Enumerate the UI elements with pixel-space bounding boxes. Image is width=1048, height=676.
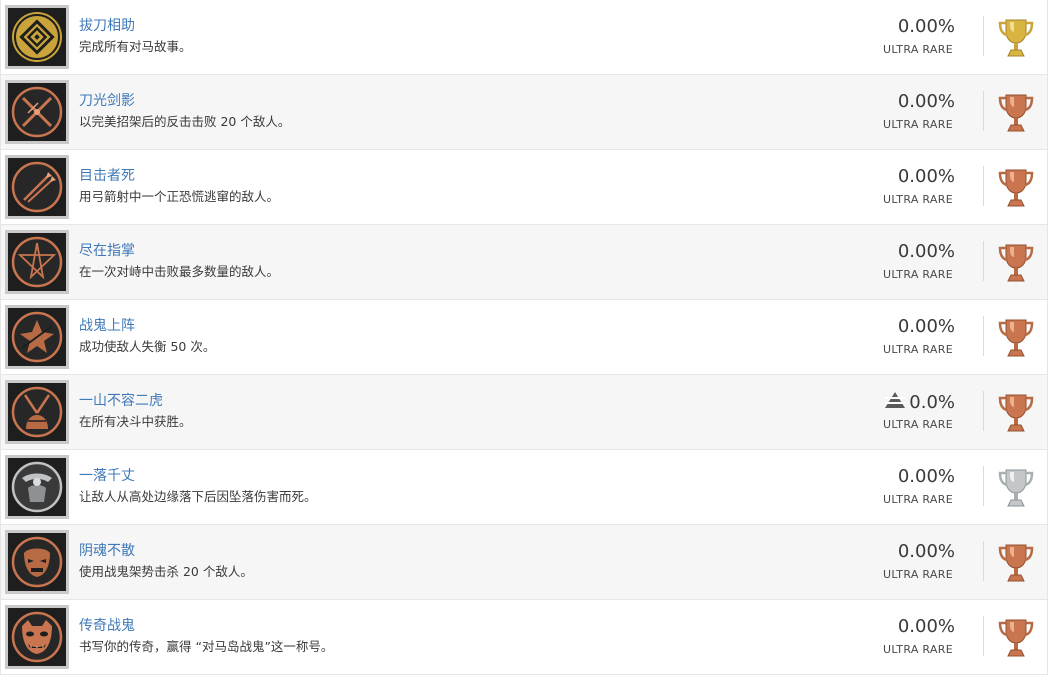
percent-value: 0.00% xyxy=(897,466,955,487)
trophy-description: 在所有决斗中获胜。 xyxy=(79,414,192,429)
trophy-icon-frame xyxy=(5,605,69,669)
percent-value: 0.00% xyxy=(897,241,955,262)
shatter-icon xyxy=(8,308,66,366)
trophy-title[interactable]: 目击者死 xyxy=(79,167,135,185)
divider xyxy=(983,541,984,581)
crossed-swords-icon xyxy=(8,83,66,141)
trophy-title[interactable]: 传奇战鬼 xyxy=(79,617,135,635)
trophy-description: 让敌人从高处边缘落下后因坠落伤害而死。 xyxy=(79,489,317,504)
duel-icon xyxy=(8,383,66,441)
trophy-row[interactable]: 目击者死 用弓箭射中一个正恐慌逃窜的敌人。 0.00% ULTRA RARE xyxy=(1,150,1047,225)
rarity-label: ULTRA RARE xyxy=(883,43,953,56)
divider xyxy=(983,16,984,56)
percent-value: 0.00% xyxy=(897,316,955,337)
rarity-label: ULTRA RARE xyxy=(883,643,953,656)
trophy-percent: 0.00% xyxy=(898,541,955,563)
divider xyxy=(983,616,984,656)
rarity-label: ULTRA RARE xyxy=(883,493,953,506)
trophy-percent: 0.00% xyxy=(898,616,955,638)
trophy-title[interactable]: 尽在指掌 xyxy=(79,242,135,260)
divider xyxy=(983,391,984,431)
trophy-title[interactable]: 一落千丈 xyxy=(79,467,135,485)
trophy-description: 书写你的传奇，赢得 “对马岛战鬼”这一称号。 xyxy=(79,639,334,654)
percent-value: 0.00% xyxy=(897,166,955,187)
divider xyxy=(983,466,984,506)
bronze-trophy-icon xyxy=(998,169,1034,207)
pyramid-trend-icon xyxy=(885,392,906,408)
bronze-trophy-icon xyxy=(998,619,1034,657)
oni-mask-icon xyxy=(8,608,66,666)
trophy-description: 使用战鬼架势击杀 20 个敌人。 xyxy=(79,564,253,579)
gold-trophy-icon xyxy=(998,19,1034,57)
trophy-row[interactable]: 战鬼上阵 成功使敌人失衡 50 次。 0.00% ULTRA RARE xyxy=(1,300,1047,375)
trophy-icon-frame xyxy=(5,5,69,69)
trophy-percent: 0.00% xyxy=(898,466,955,488)
trophy-row[interactable]: 尽在指掌 在一次对峙中击败最多数量的敌人。 0.00% ULTRA RARE xyxy=(1,225,1047,300)
trophy-title[interactable]: 刀光剑影 xyxy=(79,92,135,110)
trophy-row[interactable]: 阴魂不散 使用战鬼架势击杀 20 个敌人。 0.00% ULTRA RARE xyxy=(1,525,1047,600)
trophy-description: 成功使敌人失衡 50 次。 xyxy=(79,339,216,354)
trophy-percent: 0.00% xyxy=(898,166,955,188)
divider xyxy=(983,91,984,131)
trophy-percent: 0.00% xyxy=(898,91,955,113)
trophy-icon-frame xyxy=(5,380,69,444)
trophy-description: 完成所有对马故事。 xyxy=(79,39,192,54)
trophy-icon-frame xyxy=(5,155,69,219)
trophy-percent: 0.00% xyxy=(898,241,955,263)
falling-warrior-icon xyxy=(8,458,66,516)
trophy-icon-frame xyxy=(5,230,69,294)
trophy-title[interactable]: 阴魂不散 xyxy=(79,542,135,560)
trophy-title[interactable]: 战鬼上阵 xyxy=(79,317,135,335)
trophy-percent: 0.0% xyxy=(884,391,955,414)
trophy-icon-frame xyxy=(5,80,69,144)
trophy-description: 在一次对峙中击败最多数量的敌人。 xyxy=(79,264,280,279)
gold-seal-icon xyxy=(8,8,66,66)
percent-value: 0.00% xyxy=(897,616,955,637)
trophy-row[interactable]: 一山不容二虎 在所有决斗中获胜。 0.0% ULTRA RARE xyxy=(1,375,1047,450)
rarity-label: ULTRA RARE xyxy=(883,268,953,281)
divider xyxy=(983,166,984,206)
rarity-label: ULTRA RARE xyxy=(883,418,953,431)
trophy-list: 拔刀相助 完成所有对马故事。 0.00% ULTRA RARE 刀光剑影 以完美… xyxy=(0,0,1048,675)
ghost-mask-icon xyxy=(8,533,66,591)
trophy-row[interactable]: 刀光剑影 以完美招架后的反击击败 20 个敌人。 0.00% ULTRA RAR… xyxy=(1,75,1047,150)
bronze-trophy-icon xyxy=(998,394,1034,432)
bronze-trophy-icon xyxy=(998,244,1034,282)
rarity-label: ULTRA RARE xyxy=(883,193,953,206)
trophy-row[interactable]: 拔刀相助 完成所有对马故事。 0.00% ULTRA RARE xyxy=(1,0,1047,75)
trophy-percent: 0.00% xyxy=(898,316,955,338)
rarity-label: ULTRA RARE xyxy=(883,118,953,131)
percent-value: 0.00% xyxy=(897,16,955,37)
trophy-description: 以完美招架后的反击击败 20 个敌人。 xyxy=(79,114,291,129)
divider xyxy=(983,316,984,356)
percent-value: 0.0% xyxy=(909,392,955,413)
bronze-trophy-icon xyxy=(998,319,1034,357)
percent-value: 0.00% xyxy=(897,541,955,562)
trophy-title[interactable]: 拔刀相助 xyxy=(79,17,135,35)
rarity-label: ULTRA RARE xyxy=(883,343,953,356)
divider xyxy=(983,241,984,281)
trophy-icon-frame xyxy=(5,305,69,369)
star-slash-icon xyxy=(8,233,66,291)
trophy-percent: 0.00% xyxy=(898,16,955,38)
percent-value: 0.00% xyxy=(897,91,955,112)
silver-trophy-icon xyxy=(998,469,1034,507)
trophy-row[interactable]: 一落千丈 让敌人从高处边缘落下后因坠落伤害而死。 0.00% ULTRA RAR… xyxy=(1,450,1047,525)
bronze-trophy-icon xyxy=(998,94,1034,132)
trophy-description: 用弓箭射中一个正恐慌逃窜的敌人。 xyxy=(79,189,280,204)
bronze-trophy-icon xyxy=(998,544,1034,582)
trophy-title[interactable]: 一山不容二虎 xyxy=(79,392,163,410)
trophy-icon-frame xyxy=(5,455,69,519)
rarity-label: ULTRA RARE xyxy=(883,568,953,581)
trophy-icon-frame xyxy=(5,530,69,594)
trophy-row[interactable]: 传奇战鬼 书写你的传奇，赢得 “对马岛战鬼”这一称号。 0.00% ULTRA … xyxy=(1,600,1047,675)
arrows-icon xyxy=(8,158,66,216)
